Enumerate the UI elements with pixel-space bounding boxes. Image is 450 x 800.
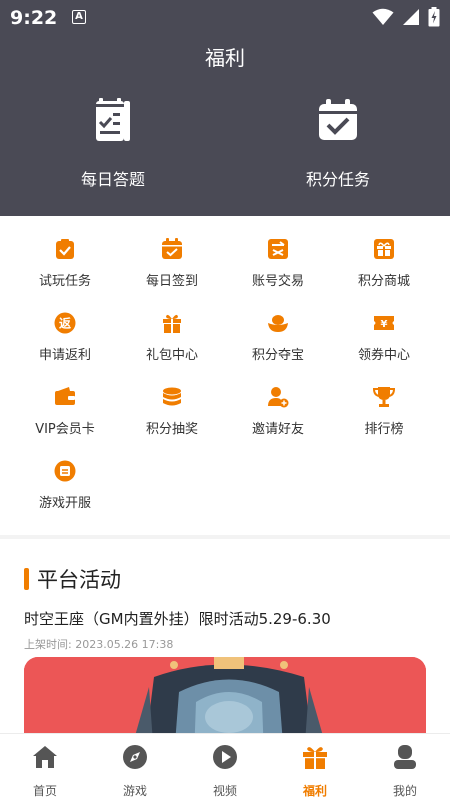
page-title: 福利 [205,46,245,70]
grid-item-account-trade[interactable]: 账号交易 [222,226,334,289]
coins-icon [163,387,181,406]
gift-box-icon [374,239,394,259]
grid-item-gift-center[interactable]: 礼包中心 [116,300,228,363]
exchange-icon [268,239,288,259]
grid-item-trial-task[interactable]: 试玩任务 [9,226,121,289]
tab-video[interactable]: 视频 [180,742,270,799]
svg-text:¥: ¥ [381,319,388,330]
grid-item-label: 领券中心 [357,348,410,363]
grid-item-daily-checkin[interactable]: 每日签到 [116,226,228,289]
grid-item-vip-card[interactable]: VIP会员卡 [9,374,121,437]
section-title: 平台活动 [37,568,121,592]
svg-text:返: 返 [59,316,71,331]
notification-a-icon: A [72,10,86,24]
grid-item-label: VIP会员卡 [35,422,95,437]
treasure-icon [268,315,288,332]
tab-label: 游戏 [122,784,147,798]
calendar-check-icon [162,238,182,259]
tab-label: 我的 [392,784,417,798]
grid-item-invite-friends[interactable]: 邀请好友 [222,374,334,437]
wifi-icon [372,8,394,25]
grid-item-label: 每日签到 [145,274,198,289]
grid-item-leaderboard[interactable]: 排行榜 [328,374,440,437]
system-icons [372,7,440,27]
grid-item-label: 排行榜 [364,422,404,437]
grid-item-label: 积分夺宝 [251,348,304,363]
grid-item-points-mall[interactable]: 积分商城 [328,226,440,289]
tab-label: 视频 [212,784,237,798]
calendar-check-icon [319,99,357,140]
play-icon [213,745,237,769]
tab-label: 福利 [302,784,327,798]
gift-icon [163,314,181,333]
grid-item-label: 申请返利 [38,348,91,363]
wallet-icon [55,387,75,405]
activity-time: 上架时间: 2023.05.26 17:38 [24,638,174,651]
compass-icon [123,745,147,769]
daily-quiz-label: 每日答题 [80,170,145,189]
grid-item-coupon-center[interactable]: ¥ 领券中心 [328,300,440,363]
signal-icon [403,9,419,25]
grid-item-label: 游戏开服 [38,496,91,511]
welfare-header: 福利 每日答题 积分任务 [0,36,450,216]
status-bar: 9:22 A [0,0,450,36]
tab-label: 首页 [32,784,57,798]
daily-quiz-button[interactable]: 每日答题 [33,98,193,190]
battery-icon [428,7,440,27]
grid-item-label: 积分抽奖 [145,422,198,437]
tab-games[interactable]: 游戏 [90,742,180,799]
quiz-sheet-icon [96,98,130,141]
user-icon [394,745,416,769]
coupon-icon: ¥ [374,316,394,330]
trophy-icon [372,387,396,407]
status-time: 9:22 [10,7,58,29]
grid-item-label: 邀请好友 [251,422,304,437]
server-icon [54,460,76,482]
section-accent-bar [24,568,29,590]
tab-profile[interactable]: 我的 [360,742,450,799]
grid-item-label: 积分商城 [357,274,410,289]
rebate-icon: 返 [54,312,76,334]
home-icon [33,746,57,768]
points-task-label: 积分任务 [305,170,370,189]
tab-welfare[interactable]: 福利 [270,742,360,799]
points-task-button[interactable]: 积分任务 [258,98,418,190]
grid-item-apply-rebate[interactable]: 返 申请返利 [9,300,121,363]
grid-item-points-lottery[interactable]: 积分抽奖 [116,374,228,437]
grid-item-game-server[interactable]: 游戏开服 [9,448,121,511]
grid-item-label: 礼包中心 [145,348,198,363]
platform-activity-header: 平台活动 [24,564,121,594]
gift-icon [303,747,327,769]
grid-item-label: 账号交易 [251,274,304,289]
tab-home[interactable]: 首页 [0,742,90,799]
bottom-tab-bar: 首页 游戏 视频 福利 我的 [0,733,450,800]
activity-title[interactable]: 时空王座（GM内置外挂）限时活动5.29-6.30 [24,608,331,629]
grid-item-points-treasure[interactable]: 积分夺宝 [222,300,334,363]
add-user-icon [268,387,289,408]
section-divider [0,535,450,539]
grid-item-label: 试玩任务 [38,274,91,289]
clipboard-check-icon [56,239,74,259]
